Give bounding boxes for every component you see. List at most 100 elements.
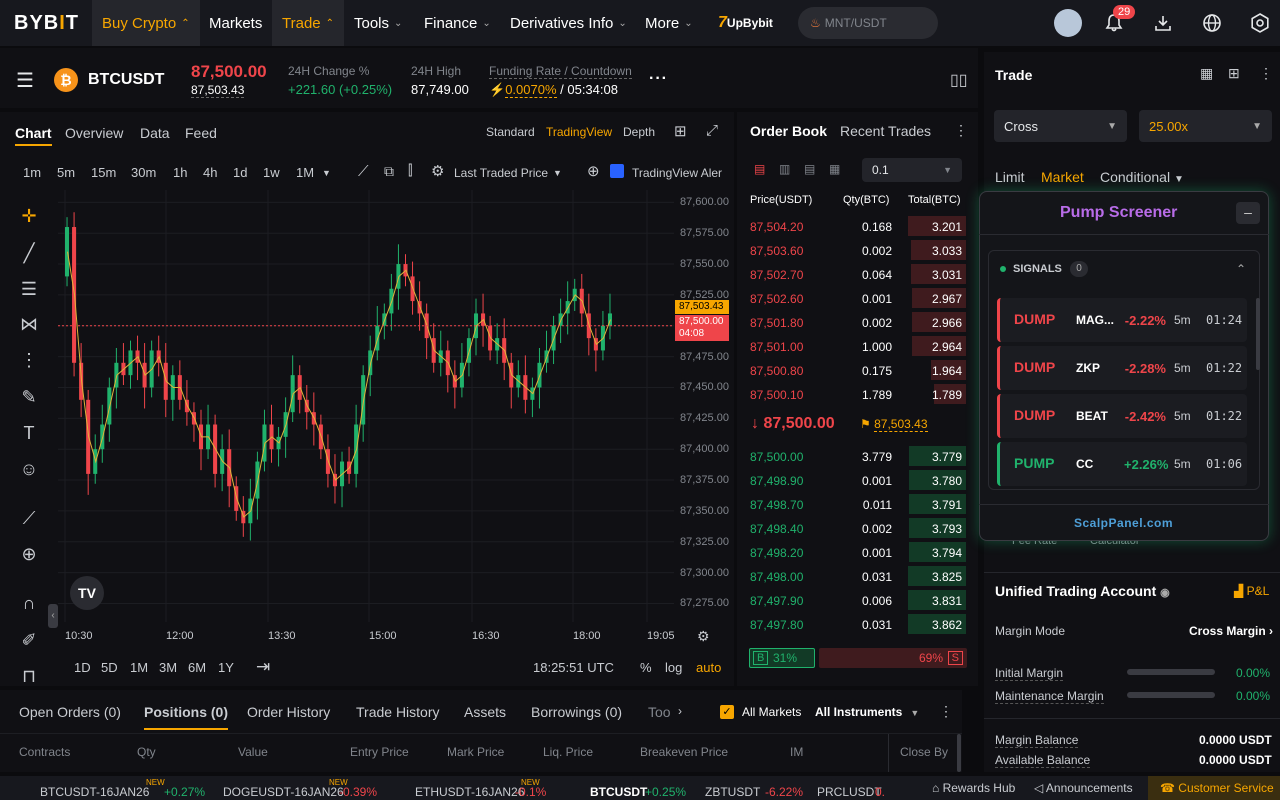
ask-row[interactable]: 87,500.80 0.175 1.964 <box>750 358 966 382</box>
more-dots-icon[interactable]: ··· <box>649 70 668 88</box>
bid-row[interactable]: 87,498.90 0.001 3.780 <box>750 468 966 492</box>
pattern-icon[interactable]: ⋈ <box>16 311 42 337</box>
tab-overview[interactable]: Overview <box>65 125 123 141</box>
view-bids-icon[interactable]: ▤ <box>804 162 815 176</box>
tab-recent-trades[interactable]: Recent Trades <box>840 123 931 139</box>
globe-icon[interactable] <box>1197 8 1227 38</box>
marquee-symbol[interactable]: ZBTUSDT <box>705 785 760 799</box>
calculator-icon[interactable]: ▦ <box>1200 65 1213 82</box>
margin-mode-select[interactable]: Cross ▼ <box>994 110 1127 142</box>
scale-auto[interactable]: auto <box>696 660 721 675</box>
marquee-symbol[interactable]: BTCUSDT-16JAN26 <box>40 785 149 799</box>
tradingview-alert-button[interactable]: TradingView Aler <box>632 166 722 180</box>
tf-1M[interactable]: 1M <box>296 165 314 180</box>
margin-mode-link[interactable]: Cross Margin › <box>1189 624 1273 638</box>
tab-positions[interactable]: Positions (0) <box>144 704 229 730</box>
signal-item[interactable]: PUMP CC +2.26% 5m 01:06 <box>997 442 1247 486</box>
tab-data[interactable]: Data <box>140 125 170 141</box>
bid-row[interactable]: 87,497.80 0.031 3.862 <box>750 612 966 636</box>
view-standard[interactable]: Standard <box>486 125 535 139</box>
customer-service-label[interactable]: ☎ Customer Service <box>1160 781 1274 795</box>
price-chart[interactable] <box>58 190 674 622</box>
more-vert-icon[interactable]: ⋮ <box>1259 65 1273 82</box>
marquee-symbol[interactable]: DOGEUSDT-16JAN26 <box>223 785 344 799</box>
symbol-selector[interactable]: BTCUSDT <box>88 71 164 89</box>
ask-row[interactable]: 87,503.60 0.002 3.033 <box>750 238 966 262</box>
chart-settings-icon[interactable]: ⚙ <box>431 162 444 180</box>
search-input[interactable]: ♨ MNT/USDT <box>798 7 938 39</box>
announcements-link[interactable]: ◁ Announcements <box>1034 781 1133 795</box>
scale-percent[interactable]: % <box>640 660 652 675</box>
funding-label[interactable]: Funding Rate / Countdown <box>489 64 632 79</box>
range-5d[interactable]: 5D <box>101 660 118 675</box>
collapse-chevron-icon[interactable]: ⌃ <box>1236 262 1246 276</box>
add-circle-icon[interactable]: ⊕ <box>587 162 600 180</box>
tf-1d[interactable]: 1d <box>233 165 247 180</box>
more-vert-icon[interactable]: ⋮ <box>954 122 968 139</box>
view-tradingview[interactable]: TradingView <box>546 125 612 139</box>
scrollbar[interactable] <box>957 734 961 772</box>
view-asks-icon[interactable]: ▥ <box>779 162 790 176</box>
nav-trade[interactable]: Trade ⌃ <box>272 0 345 46</box>
nav-derivatives-info[interactable]: Derivatives Info ⌄ <box>500 0 637 46</box>
signal-item[interactable]: DUMP ZKP -2.28% 5m 01:22 <box>997 346 1247 390</box>
tf-1w[interactable]: 1w <box>263 165 280 180</box>
range-1y[interactable]: 1Y <box>218 660 234 675</box>
ask-row[interactable]: 87,502.60 0.001 2.967 <box>750 286 966 310</box>
view-depth-icon[interactable]: ▦ <box>829 162 840 176</box>
settings-icon[interactable] <box>1245 8 1275 38</box>
bid-row[interactable]: 87,500.00 3.779 3.779 <box>750 444 966 468</box>
tabs-scroll-right-icon[interactable]: › <box>678 704 682 718</box>
order-type-market[interactable]: Market <box>1041 169 1084 185</box>
bars-icon[interactable]: ⫿ <box>408 162 412 179</box>
ruler-icon[interactable]: ⟋ <box>16 505 42 531</box>
order-type-conditional[interactable]: Conditional ▼ <box>1100 169 1184 185</box>
axis-settings-icon[interactable]: ⚙ <box>697 628 710 645</box>
trendline-icon[interactable]: ╱ <box>16 240 42 266</box>
tf-dropdown-icon[interactable]: ▼ <box>322 168 331 178</box>
all-markets-checkbox[interactable]: ✓ <box>720 705 734 719</box>
tab-order-history[interactable]: Order History <box>247 704 330 720</box>
tab-order-book[interactable]: Order Book <box>750 123 827 139</box>
brush-icon[interactable]: ✎ <box>16 384 42 410</box>
tf-30m[interactable]: 30m <box>131 165 156 180</box>
upbybit-promo[interactable]: 7UpBybit <box>718 14 773 32</box>
bid-row[interactable]: 87,498.40 0.002 3.793 <box>750 516 966 540</box>
ask-row[interactable]: 87,501.00 1.000 2.964 <box>750 334 966 358</box>
signal-item[interactable]: DUMP BEAT -2.42% 5m 01:22 <box>997 394 1247 438</box>
menu-icon[interactable]: ☰ <box>16 68 34 93</box>
pnl-button[interactable]: ▟ P&L <box>1234 584 1269 598</box>
range-1m[interactable]: 1M <box>130 660 148 675</box>
signal-item[interactable]: DUMP MAG... -2.22% 5m 01:24 <box>997 298 1247 342</box>
avatar[interactable] <box>1054 9 1082 37</box>
nav-finance[interactable]: Finance ⌄ <box>414 0 501 46</box>
goto-date-icon[interactable]: ⇥ <box>256 657 270 677</box>
chart-clock[interactable]: 18:25:51 UTC <box>533 660 614 675</box>
tf-15m[interactable]: 15m <box>91 165 116 180</box>
order-type-limit[interactable]: Limit <box>995 169 1025 185</box>
range-6m[interactable]: 6M <box>188 660 206 675</box>
toolbar-collapse-handle[interactable]: ‹ <box>48 604 58 628</box>
tab-feed[interactable]: Feed <box>185 125 217 141</box>
crosshair-icon[interactable]: ✛ <box>16 203 42 229</box>
nav-buy-crypto[interactable]: Buy Crypto ⌃ <box>92 0 200 46</box>
scrollbar[interactable] <box>1256 298 1260 370</box>
zoom-in-icon[interactable]: ⊕ <box>16 541 42 567</box>
ask-row[interactable]: 87,502.70 0.064 3.031 <box>750 262 966 286</box>
nav-tools[interactable]: Tools ⌄ <box>344 0 412 46</box>
nav-markets[interactable]: Markets <box>199 0 272 46</box>
view-depth[interactable]: Depth <box>623 125 655 139</box>
bybit-logo[interactable]: BYBIT <box>14 12 79 35</box>
tab-borrowings[interactable]: Borrowings (0) <box>531 704 622 720</box>
leverage-select[interactable]: 25.00x ▼ <box>1139 110 1272 142</box>
instruments-select[interactable]: All Instruments ▼ <box>815 705 919 719</box>
lock-drawing-icon[interactable]: ✐ <box>16 627 42 653</box>
layout-book-icon[interactable]: ▯▯ <box>950 70 968 90</box>
emoji-icon[interactable]: ☺ <box>16 456 42 482</box>
nav-more[interactable]: More ⌄ <box>635 0 703 46</box>
precision-select[interactable]: 0.1 ▼ <box>862 158 962 182</box>
bid-row[interactable]: 87,498.00 0.031 3.825 <box>750 564 966 588</box>
bid-row[interactable]: 87,498.20 0.001 3.794 <box>750 540 966 564</box>
range-1d[interactable]: 1D <box>74 660 91 675</box>
tf-4h[interactable]: 4h <box>203 165 217 180</box>
